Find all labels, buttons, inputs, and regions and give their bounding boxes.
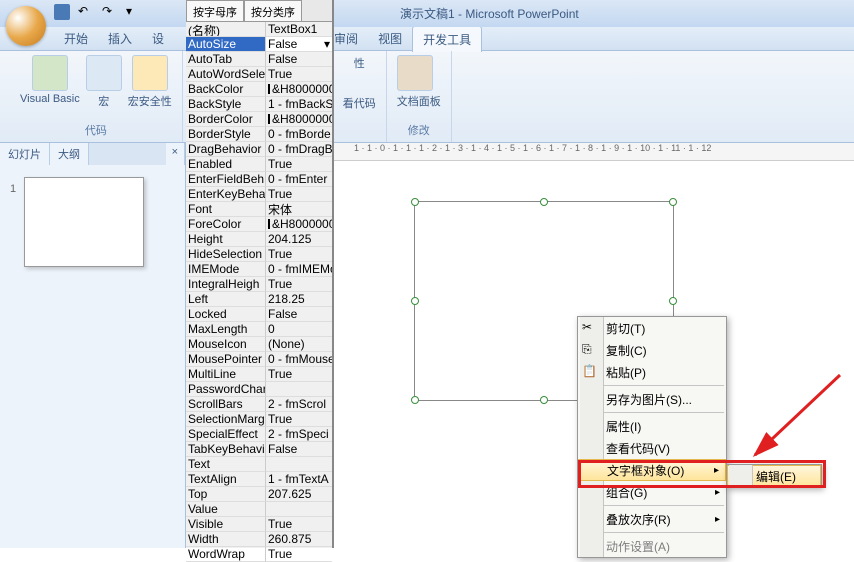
property-row[interactable]: Left218.25 [186,292,332,307]
slide-number: 1 [10,183,16,195]
close-panel-icon[interactable]: × [166,143,185,165]
slides-panel: 幻灯片 大纲 × 1 [0,143,186,548]
tab-developer[interactable]: 开发工具 [412,26,482,52]
property-row[interactable]: IntegralHeighTrue [186,277,332,292]
context-submenu: 编辑(E) [726,464,822,488]
menu-textbox-object[interactable]: 文字框对象(O)▸ [578,459,726,481]
tab-slides[interactable]: 幻灯片 [0,143,50,165]
save-icon[interactable] [54,4,70,20]
property-row[interactable]: Width260.875 [186,532,332,547]
submenu-arrow-icon: ▸ [715,514,720,525]
property-row[interactable]: BorderStyle0 - fmBorde [186,127,332,142]
menu-paste[interactable]: 📋粘贴(P) [578,361,726,383]
resize-handle[interactable] [411,198,419,206]
paste-icon: 📋 [582,364,598,380]
copy-icon: ⎘ [582,342,598,358]
menu-group[interactable]: 组合(G)▸ [578,481,726,503]
document-panel-button[interactable]: 文档面板 [397,55,441,109]
property-row[interactable]: TextAlign1 - fmTextA [186,472,332,487]
submenu-arrow-icon: ▸ [715,487,720,498]
submenu-arrow-icon: ▸ [714,465,719,476]
menu-properties[interactable]: 属性(I) [578,415,726,437]
property-row[interactable]: Text [186,457,332,472]
tab-insert[interactable]: 插入 [98,26,142,51]
tab-outline[interactable]: 大纲 [50,143,89,165]
property-row[interactable]: HideSelectionTrue [186,247,332,262]
qat-dropdown-icon[interactable]: ▾ [126,4,142,20]
property-row[interactable]: VisibleTrue [186,517,332,532]
resize-handle[interactable] [540,396,548,404]
context-menu: ✂剪切(T) ⎘复制(C) 📋粘贴(P) 另存为图片(S)... 属性(I) 查… [577,316,727,558]
menu-cut[interactable]: ✂剪切(T) [578,317,726,339]
office-button[interactable] [6,6,46,46]
ribbon-group-modify: 文档面板 修改 [387,51,452,142]
resize-handle[interactable] [669,198,677,206]
menu-action-settings[interactable]: 动作设置(A) [578,535,726,557]
property-row[interactable]: EnabledTrue [186,157,332,172]
menu-view-code[interactable]: 查看代码(V) [578,437,726,459]
resize-handle[interactable] [411,396,419,404]
title-bar: ↶ ↷ ▾ 演示文稿1 - Microsoft PowerPoint [0,0,854,27]
macros-button[interactable]: 宏 [86,55,122,109]
property-row[interactable]: BackColor&H8000000 [186,82,332,97]
resize-handle[interactable] [540,198,548,206]
menu-save-as-image[interactable]: 另存为图片(S)... [578,388,726,410]
resize-handle[interactable] [669,297,677,305]
props-tab-alphabetic[interactable]: 按字母序 [186,0,244,21]
property-row[interactable]: PasswordChar [186,382,332,397]
props-tab-categorized[interactable]: 按分类序 [244,0,302,21]
property-row[interactable]: ForeColor&H8000000 [186,217,332,232]
property-row[interactable]: ScrollBars2 - fmScrol [186,397,332,412]
ribbon-tabs: 开始 插入 设 审阅 视图 开发工具 [0,27,854,51]
ribbon-group-controls: 性 看代码 [333,51,387,142]
tab-view[interactable]: 视图 [368,26,412,51]
property-row[interactable]: AutoWordSelectTrue [186,67,332,82]
property-row[interactable]: Font宋体 [186,202,332,217]
property-row[interactable]: DragBehavior0 - fmDragB [186,142,332,157]
property-row[interactable]: AutoSizeFalse▾ [186,37,332,52]
property-row[interactable]: (名称)TextBox1 [186,22,332,37]
menu-copy[interactable]: ⎘复制(C) [578,339,726,361]
view-code-button[interactable]: 看代码 [343,95,376,111]
properties-grid[interactable]: (名称)TextBox1AutoSizeFalse▾AutoTabFalseAu… [186,22,332,562]
cut-icon: ✂ [582,320,598,336]
property-row[interactable]: SelectionMargTrue [186,412,332,427]
property-row[interactable]: EnterFieldBeh0 - fmEnter [186,172,332,187]
visual-basic-button[interactable]: Visual Basic [20,55,80,109]
property-row[interactable]: MaxLength0 [186,322,332,337]
property-row[interactable]: WordWrapTrue [186,547,332,562]
horizontal-ruler: 1 · 1 · 0 · 1 · 1 · 1 · 2 · 1 · 3 · 1 · … [334,143,854,161]
window-title: 演示文稿1 - Microsoft PowerPoint [400,5,579,22]
property-row[interactable]: IMEMode0 - fmIMEMo [186,262,332,277]
redo-icon[interactable]: ↷ [102,4,118,20]
undo-icon[interactable]: ↶ [78,4,94,20]
property-row[interactable]: MouseIcon(None) [186,337,332,352]
property-row[interactable]: MultiLineTrue [186,367,332,382]
tab-design[interactable]: 设 [142,26,174,51]
property-row[interactable]: SpecialEffect2 - fmSpeci [186,427,332,442]
property-row[interactable]: MousePointer0 - fmMouse [186,352,332,367]
macro-security-button[interactable]: 宏安全性 [128,55,172,109]
property-row[interactable]: LockedFalse [186,307,332,322]
resize-handle[interactable] [411,297,419,305]
property-row[interactable]: BorderColor&H8000000 [186,112,332,127]
properties-button[interactable]: 性 [354,55,365,71]
property-row[interactable]: BackStyle1 - fmBackS [186,97,332,112]
property-row[interactable]: Top207.625 [186,487,332,502]
ribbon: Visual Basic 宏 宏安全性 代码 性 看代码 文档面板 修改 [0,51,854,143]
menu-order[interactable]: 叠放次序(R)▸ [578,508,726,530]
quick-access-toolbar: ↶ ↷ ▾ [54,4,142,20]
slide-thumbnail[interactable] [24,177,144,267]
property-row[interactable]: Value [186,502,332,517]
property-row[interactable]: Height204.125 [186,232,332,247]
property-row[interactable]: TabKeyBehavioFalse [186,442,332,457]
property-row[interactable]: AutoTabFalse [186,52,332,67]
properties-window: 按字母序 按分类序 (名称)TextBox1AutoSizeFalse▾Auto… [186,0,334,548]
ribbon-group-code: Visual Basic 宏 宏安全性 代码 [10,51,183,142]
tab-start[interactable]: 开始 [54,26,98,51]
property-row[interactable]: EnterKeyBehavTrue [186,187,332,202]
